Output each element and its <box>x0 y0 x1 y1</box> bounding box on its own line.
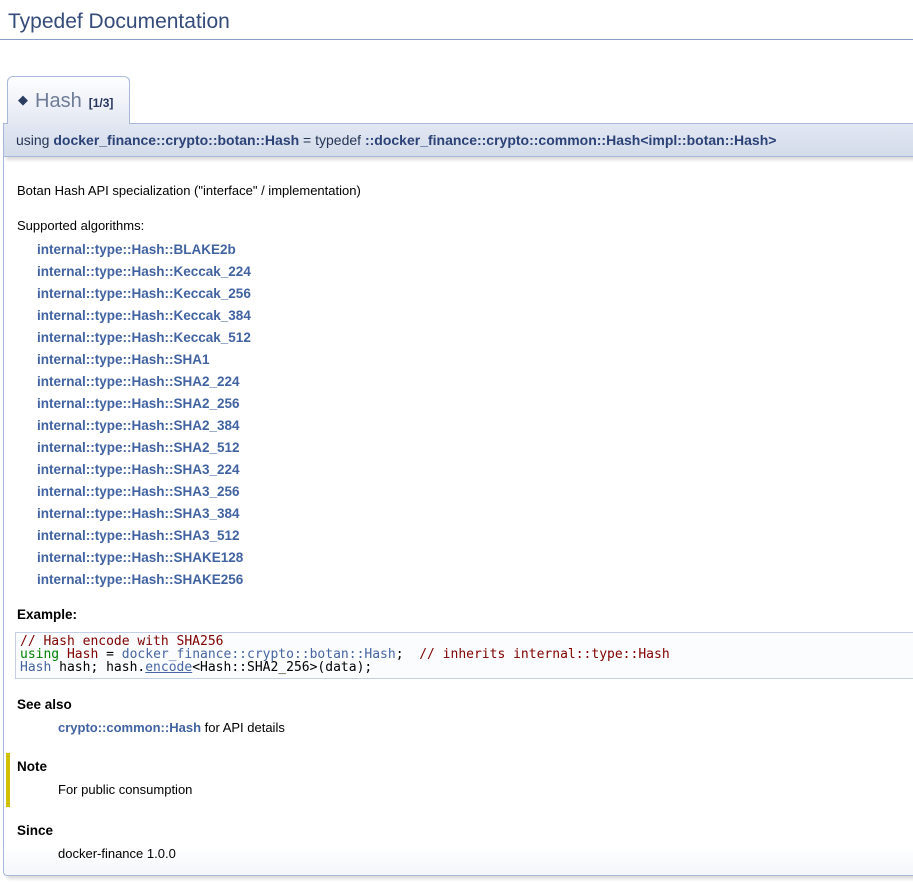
algorithm-link-sha3-224[interactable]: internal::type::Hash::SHA3_224 <box>37 459 906 481</box>
note-section: Note For public consumption <box>6 753 906 807</box>
note-label: Note <box>17 759 906 774</box>
code-line-encode: Hash hash; hash.encode<Hash::SHA2_256>(d… <box>20 662 913 675</box>
algorithm-link-keccak224[interactable]: internal::type::Hash::Keccak_224 <box>37 261 906 283</box>
proto-typedef-name: docker_finance::crypto::botan::Hash <box>53 132 299 148</box>
note-text: For public consumption <box>58 782 906 797</box>
member-overload-badge: [1/3] <box>89 96 114 110</box>
example-label: Example: <box>17 607 906 622</box>
algorithm-link-shake256[interactable]: internal::type::Hash::SHAKE256 <box>37 569 906 591</box>
supported-algorithms-label: Supported algorithms: <box>17 218 906 233</box>
algorithm-link-keccak384[interactable]: internal::type::Hash::Keccak_384 <box>37 305 906 327</box>
code-comment-inherits: // inherits internal::type::Hash <box>419 647 669 662</box>
algorithm-link-sha1[interactable]: internal::type::Hash::SHA1 <box>37 349 906 371</box>
algorithm-link-keccak512[interactable]: internal::type::Hash::Keccak_512 <box>37 327 906 349</box>
code-template-args: <Hash::SHA2_256>(data); <box>192 660 372 675</box>
algorithm-link-list: internal::type::Hash::BLAKE2b internal::… <box>17 239 906 591</box>
since-section: Since docker-finance 1.0.0 <box>17 823 906 861</box>
algorithm-link-sha2-512[interactable]: internal::type::Hash::SHA2_512 <box>37 437 906 459</box>
since-text: docker-finance 1.0.0 <box>58 846 906 861</box>
since-label: Since <box>17 823 906 838</box>
algorithm-link-shake128[interactable]: internal::type::Hash::SHAKE128 <box>37 547 906 569</box>
see-also-suffix: for API details <box>201 720 285 735</box>
proto-typedef-target: ::docker_finance::crypto::common::Hash<i… <box>365 132 776 148</box>
see-also-label: See also <box>17 697 906 712</box>
member-item: using docker_finance::crypto::botan::Has… <box>3 123 913 876</box>
algorithm-link-sha3-384[interactable]: internal::type::Hash::SHA3_384 <box>37 503 906 525</box>
code-hash-decl: hash; hash. <box>51 660 145 675</box>
page-title: Typedef Documentation <box>0 10 913 40</box>
proto-using-keyword: using <box>16 132 53 148</box>
code-example-block: // Hash encode with SHA256using Hash = d… <box>15 632 913 679</box>
algorithm-link-sha3-512[interactable]: internal::type::Hash::SHA3_512 <box>37 525 906 547</box>
code-link-encode[interactable]: encode <box>145 660 192 675</box>
member-tab: ◆ Hash [1/3] <box>7 76 130 124</box>
algorithm-link-sha2-384[interactable]: internal::type::Hash::SHA2_384 <box>37 415 906 437</box>
algorithm-link-keccak256[interactable]: internal::type::Hash::Keccak_256 <box>37 283 906 305</box>
see-also-section: See also crypto::common::Hash for API de… <box>17 697 906 735</box>
algorithm-link-sha2-256[interactable]: internal::type::Hash::SHA2_256 <box>37 393 906 415</box>
code-link-hash-type[interactable]: Hash <box>20 660 51 675</box>
algorithm-link-blake2b[interactable]: internal::type::Hash::BLAKE2b <box>37 239 906 261</box>
member-documentation: Botan Hash API specialization ("interfac… <box>3 157 913 876</box>
see-also-content: crypto::common::Hash for API details <box>58 720 906 735</box>
member-tab-title: Hash <box>35 90 82 112</box>
algorithm-link-sha2-224[interactable]: internal::type::Hash::SHA2_224 <box>37 371 906 393</box>
typedef-prototype: using docker_finance::crypto::botan::Has… <box>3 123 913 157</box>
brief-description: Botan Hash API specialization ("interfac… <box>17 183 906 198</box>
code-semicolon: ; <box>396 647 419 662</box>
proto-equals-typedef: = typedef <box>299 132 365 148</box>
anchor-diamond-icon[interactable]: ◆ <box>18 92 28 107</box>
see-also-link[interactable]: crypto::common::Hash <box>58 720 201 735</box>
algorithm-link-sha3-256[interactable]: internal::type::Hash::SHA3_256 <box>37 481 906 503</box>
